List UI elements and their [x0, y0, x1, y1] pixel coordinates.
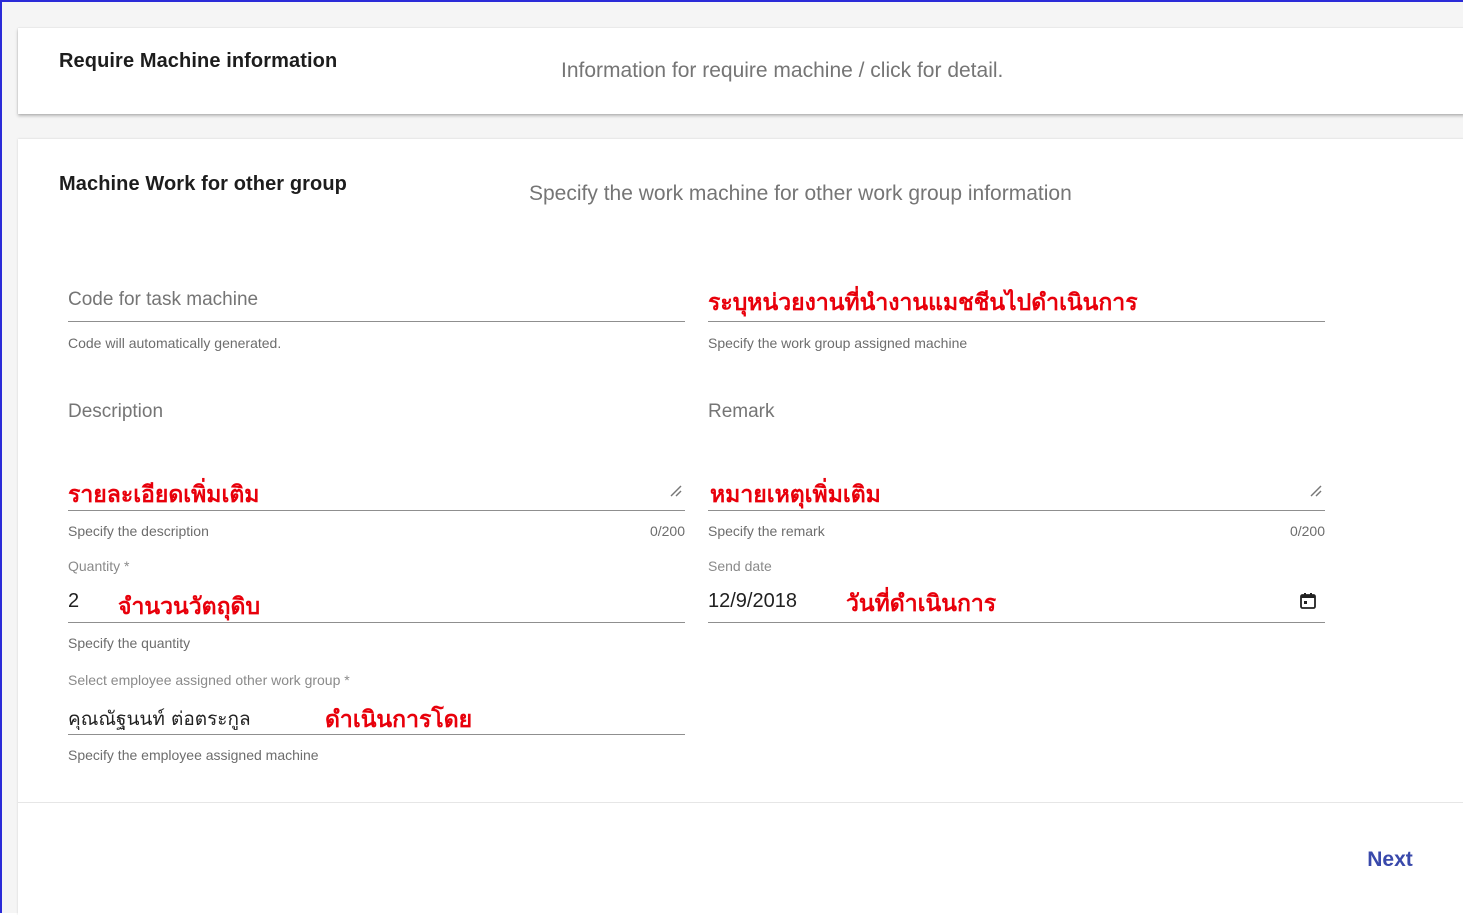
send-date-underline — [708, 622, 1325, 623]
panel-title[interactable]: Machine Work for other group — [59, 173, 347, 196]
divider — [18, 802, 1463, 803]
work-group-hint: Specify the work group assigned machine — [708, 335, 968, 351]
quantity-input[interactable]: 2 — [68, 590, 79, 613]
description-annotation: รายละเอียดเพิ่มเติม — [68, 482, 260, 508]
quantity-hint: Specify the quantity — [68, 635, 191, 651]
code-underline — [68, 321, 685, 322]
remark-annotation: หมายเหตุเพิ่มเติม — [710, 482, 881, 508]
quantity-annotation: จำนวนวัตถุดิบ — [118, 594, 261, 620]
send-date-input[interactable]: 12/9/2018 — [708, 590, 797, 613]
next-button[interactable]: Next — [1354, 842, 1426, 878]
quantity-label: Quantity * — [68, 558, 130, 574]
code-field[interactable]: Code for task machine — [68, 289, 258, 311]
calendar-icon[interactable] — [1299, 592, 1317, 610]
employee-annotation: ดำเนินการโดย — [325, 707, 473, 733]
employee-hint: Specify the employee assigned machine — [68, 747, 319, 763]
require-machine-panel[interactable]: Require Machine information Information … — [18, 28, 1463, 114]
work-group-annotation: ระบุหน่วยงานที่นำงานแมชชีนไปดำเนินการ — [708, 290, 1138, 316]
employee-label: Select employee assigned other work grou… — [68, 672, 350, 688]
panel-description: Information for require machine / click … — [561, 59, 1004, 82]
resize-handle-icon[interactable] — [1309, 484, 1323, 498]
quantity-underline — [68, 622, 685, 623]
app-frame: Require Machine information Information … — [0, 0, 1463, 915]
send-date-label: Send date — [708, 558, 772, 574]
remark-label: Remark — [708, 401, 775, 422]
code-hint: Code will automatically generated. — [68, 335, 282, 351]
employee-select[interactable]: คุณณัฐนนท์ ต่อตระกูล — [68, 704, 251, 734]
description-field[interactable] — [68, 510, 685, 511]
remark-field[interactable] — [708, 510, 1325, 511]
employee-underline — [68, 734, 685, 735]
resize-handle-icon[interactable] — [669, 484, 683, 498]
description-counter: 0/200 — [649, 523, 685, 539]
remark-hint: Specify the remark — [708, 523, 825, 539]
work-group-field[interactable] — [708, 321, 1325, 322]
machine-work-panel: Machine Work for other group Specify the… — [18, 139, 1463, 915]
send-date-annotation: วันที่ดำเนินการ — [846, 591, 997, 617]
description-label: Description — [68, 401, 164, 422]
panel-description: Specify the work machine for other work … — [529, 182, 1072, 205]
remark-counter: 0/200 — [1289, 523, 1325, 539]
panel-title: Require Machine information — [59, 50, 338, 72]
description-hint: Specify the description — [68, 523, 209, 539]
